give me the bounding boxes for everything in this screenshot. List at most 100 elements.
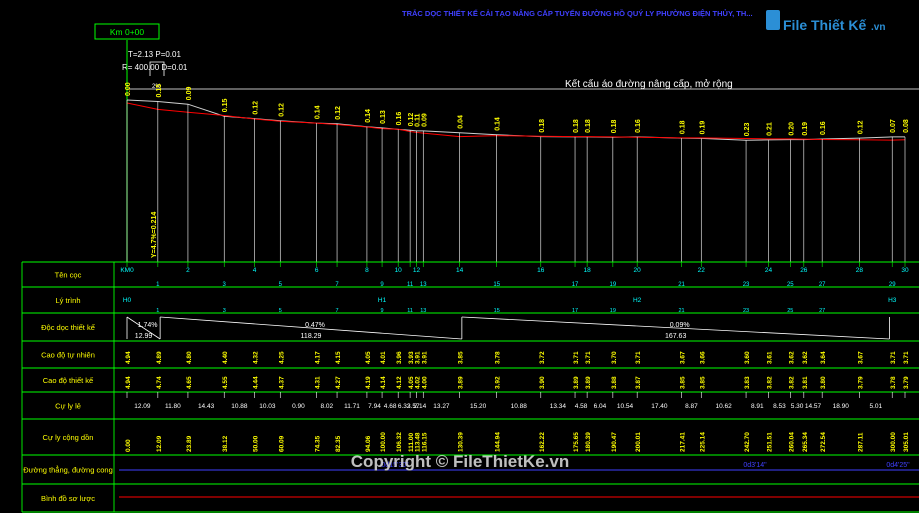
- segment-spacing: 8.87: [685, 403, 698, 410]
- design-elevation: 3.79: [903, 376, 910, 389]
- station-name: 8: [365, 267, 369, 274]
- segment-spacing: 18.90: [833, 403, 850, 410]
- grade-percent: 1.74%: [138, 322, 158, 329]
- elevation-diff: 0.12: [857, 120, 864, 134]
- segment-spacing: 10.03: [259, 403, 276, 410]
- segment-spacing: 17.40: [651, 403, 668, 410]
- curve-angle: 0d3'14": [743, 462, 767, 469]
- segment-spacing: 10.54: [617, 403, 634, 410]
- design-elevation: 3.80: [820, 376, 827, 389]
- chainage-station: 19: [610, 308, 616, 314]
- station-name: 25: [787, 282, 794, 288]
- design-elevation: 4.31: [315, 376, 322, 389]
- cumulative-distance: 175.65: [573, 432, 580, 452]
- profile-drawing: TRẮC DỌC THIẾT KẾ CẢI TẠO NÂNG CẤP TUYẾN…: [21, 8, 919, 513]
- row-label: Cao độ thiết kế: [43, 376, 94, 385]
- natural-elevation: 4.05: [365, 351, 372, 364]
- elevation-diff: 0.18: [573, 119, 580, 133]
- segment-spacing: 4.68: [384, 403, 397, 410]
- watermark: Copyright © FileThietKe.vn: [351, 452, 569, 471]
- curve-note: Y=4.7%=0.214: [151, 212, 158, 258]
- cumulative-distance: 106.32: [396, 432, 403, 452]
- natural-elevation: 3.85: [458, 351, 465, 364]
- segment-spacing: 10.88: [511, 403, 528, 410]
- station-name: 6: [315, 267, 319, 274]
- station-name: 10: [395, 267, 403, 274]
- design-elevation: 3.85: [699, 376, 706, 389]
- design-elevation: 3.89: [573, 376, 580, 389]
- chainage-station: 13: [420, 308, 426, 314]
- row-label: Cự ly cộng dồn: [43, 433, 94, 442]
- station-name: 21: [678, 282, 685, 288]
- segment-spacing: 7.94: [368, 403, 381, 410]
- design-elevation: 4.74: [156, 376, 163, 389]
- drawing-title: TRẮC DỌC THIẾT KẾ CẢI TẠO NÂNG CẤP TUYẾN…: [402, 8, 753, 18]
- cumulative-distance: 94.06: [365, 435, 372, 452]
- natural-elevation: 4.40: [222, 351, 229, 364]
- natural-elevation: 3.72: [539, 351, 546, 364]
- cumulative-distance: 162.22: [539, 432, 546, 452]
- row-label: Bình đồ sơ lược: [41, 494, 95, 503]
- segment-spacing: 2.14: [414, 403, 427, 410]
- segment-spacing: 11.80: [165, 403, 181, 410]
- cumulative-distance: 251.51: [767, 432, 774, 452]
- natural-elevation: 3.67: [857, 351, 864, 364]
- elevation-diff: 0.07: [890, 119, 897, 133]
- design-elevation: 3.88: [611, 376, 618, 389]
- elevation-diff: 0.12: [335, 106, 342, 120]
- elevation-diff: 0.18: [539, 119, 546, 133]
- cumulative-distance: 200.01: [635, 432, 642, 452]
- elevation-diff: 0.15: [156, 84, 163, 98]
- segment-spacing: 10.88: [231, 403, 248, 410]
- elevation-diff: 0.00: [125, 82, 132, 96]
- natural-elevation: 3.67: [680, 351, 687, 364]
- station-name: 30: [901, 267, 909, 274]
- row-label: Đường thẳng, đường cong: [23, 466, 113, 475]
- design-elevation: 3.83: [744, 376, 751, 389]
- segment-spacing: 10.62: [716, 403, 733, 410]
- cumulative-distance: 242.70: [744, 432, 751, 452]
- natural-elevation: 3.62: [802, 351, 809, 364]
- segment-spacing: 14.43: [198, 403, 215, 410]
- cumulative-distance: 305.01: [903, 432, 910, 452]
- cumulative-distance: 0.00: [125, 439, 132, 452]
- design-elevation: 4.65: [186, 376, 193, 389]
- natural-elevation: 4.25: [278, 351, 285, 364]
- natural-elevation: 3.66: [699, 351, 706, 364]
- row-label: Cự ly lẻ: [55, 402, 81, 411]
- segment-spacing: 12.09: [134, 403, 151, 410]
- elevation-diff: 0.18: [611, 119, 618, 133]
- natural-elevation: 4.80: [186, 351, 193, 364]
- natural-elevation: 3.78: [495, 351, 502, 364]
- cumulative-distance: 12.09: [156, 435, 163, 452]
- segment-spacing: 5.01: [869, 403, 882, 410]
- km-label: Km 0+00: [110, 27, 145, 37]
- natural-elevation: 4.94: [125, 351, 132, 364]
- natural-elevation: 3.96: [396, 351, 403, 364]
- design-elevation: 3.79: [857, 376, 864, 389]
- row-label: Độc dọc thiết kế: [41, 323, 96, 332]
- elevation-diff: 0.14: [495, 117, 502, 131]
- station-name: 24: [765, 267, 773, 274]
- row-labels: Tên cọc Lý trình Độc dọc thiết kế Cao độ tự…: [23, 271, 113, 504]
- station-name: 18: [584, 267, 592, 274]
- natural-elevation: 3.60: [744, 351, 751, 364]
- row-label: Cao độ tự nhiên: [41, 351, 95, 360]
- logo-domain: .vn: [871, 22, 885, 33]
- station-name: 19: [609, 282, 616, 288]
- structure-label: Kết cấu áo đường nâng cấp, mở rộng: [565, 78, 733, 90]
- natural-elevation: 4.89: [156, 351, 163, 364]
- station-name: 23: [743, 282, 750, 288]
- logo-text: File Thiết Kế: [783, 17, 866, 33]
- chainage-label: H0: [123, 297, 132, 304]
- station-name: 2: [186, 267, 190, 274]
- segment-spacing: 13.34: [550, 403, 567, 410]
- row-label: Tên cọc: [55, 271, 82, 280]
- chainage-station: 11: [407, 308, 413, 314]
- segment-spacing: 15.20: [470, 403, 487, 410]
- design-elevation: 4.55: [222, 376, 229, 389]
- segment-spacing: 8.53: [773, 403, 786, 410]
- cumulative-distance: 287.11: [857, 432, 864, 452]
- curve-params-line1: T=2.13 P=0.01: [128, 50, 181, 59]
- curve-params-line2: R= 400.00 D=0.01: [122, 63, 188, 72]
